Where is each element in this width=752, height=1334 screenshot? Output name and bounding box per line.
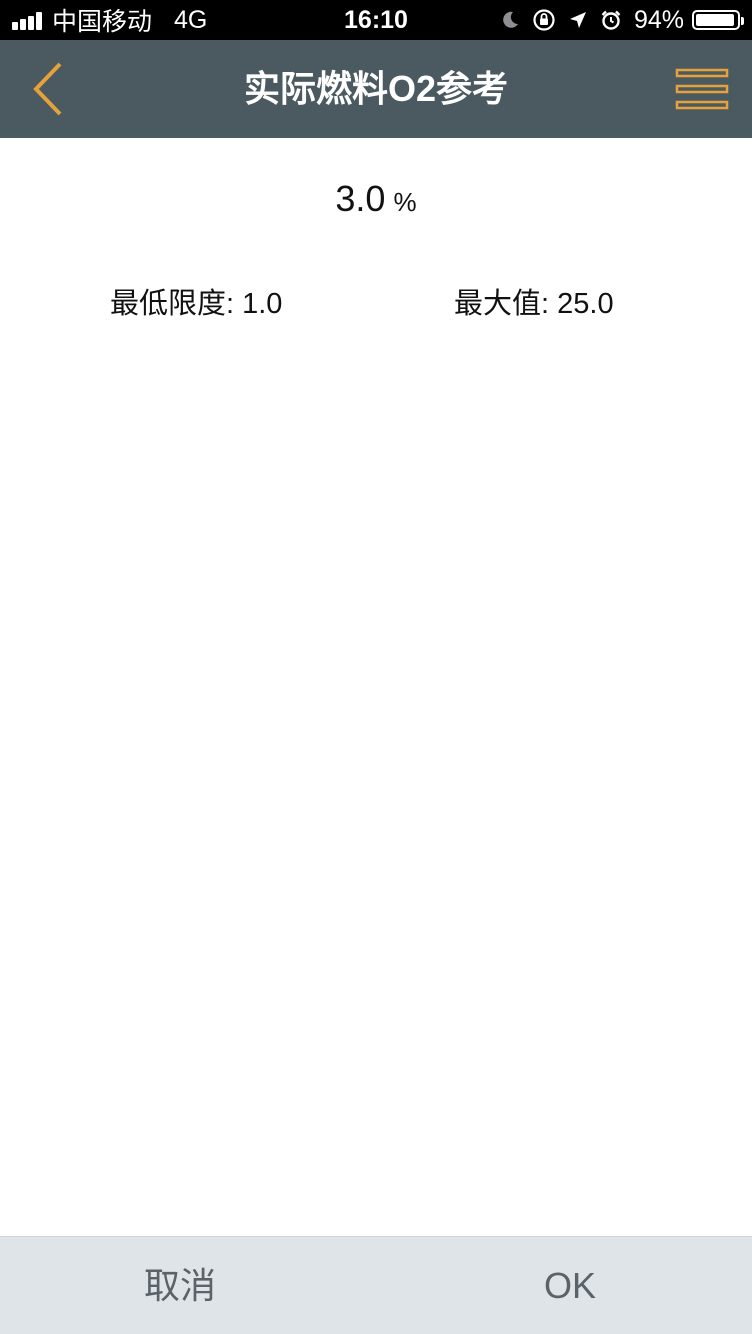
hamburger-menu-icon xyxy=(675,68,729,110)
battery-fill xyxy=(696,14,734,26)
orientation-lock-icon xyxy=(532,8,556,32)
battery-tip xyxy=(741,17,744,25)
minimum-limit-label: 最低限度: xyxy=(110,288,235,320)
maximum-limit-value: 25.0 xyxy=(557,288,614,320)
nav-bar: 实际燃料O2参考 xyxy=(0,40,752,138)
back-button[interactable] xyxy=(22,60,78,118)
maximum-limit-label: 最大值: xyxy=(454,288,550,320)
moon-icon xyxy=(500,10,520,30)
ok-button[interactable]: OK xyxy=(490,1237,650,1334)
minimum-limit: 最低限度: 1.0 xyxy=(110,280,282,324)
setting-value-display[interactable]: 3.0% xyxy=(0,178,752,226)
setting-value: 3.0 xyxy=(335,178,386,219)
setting-unit: % xyxy=(393,187,417,217)
status-bar: 中国移动 4G 16:10 94% xyxy=(0,0,752,40)
screen: 中国移动 4G 16:10 94% 实际燃料O2参考 3.0 % 最低限度: 1… xyxy=(0,0,752,1334)
location-arrow-icon xyxy=(568,10,588,30)
battery-icon xyxy=(692,10,744,30)
chevron-left-icon xyxy=(33,62,62,116)
minimum-limit-value: 1.0 xyxy=(242,288,283,320)
page-title: 实际燃料O2参考 xyxy=(243,68,509,109)
menu-button[interactable] xyxy=(674,64,732,114)
maximum-limit: 最大值: 25.0 xyxy=(454,280,614,324)
status-right: 94% xyxy=(500,0,744,40)
bottom-action-bar: 取消 OK xyxy=(0,1236,752,1334)
cancel-button[interactable]: 取消 xyxy=(100,1237,260,1334)
battery-percentage: 94% xyxy=(633,5,684,34)
alarm-icon xyxy=(600,9,622,31)
